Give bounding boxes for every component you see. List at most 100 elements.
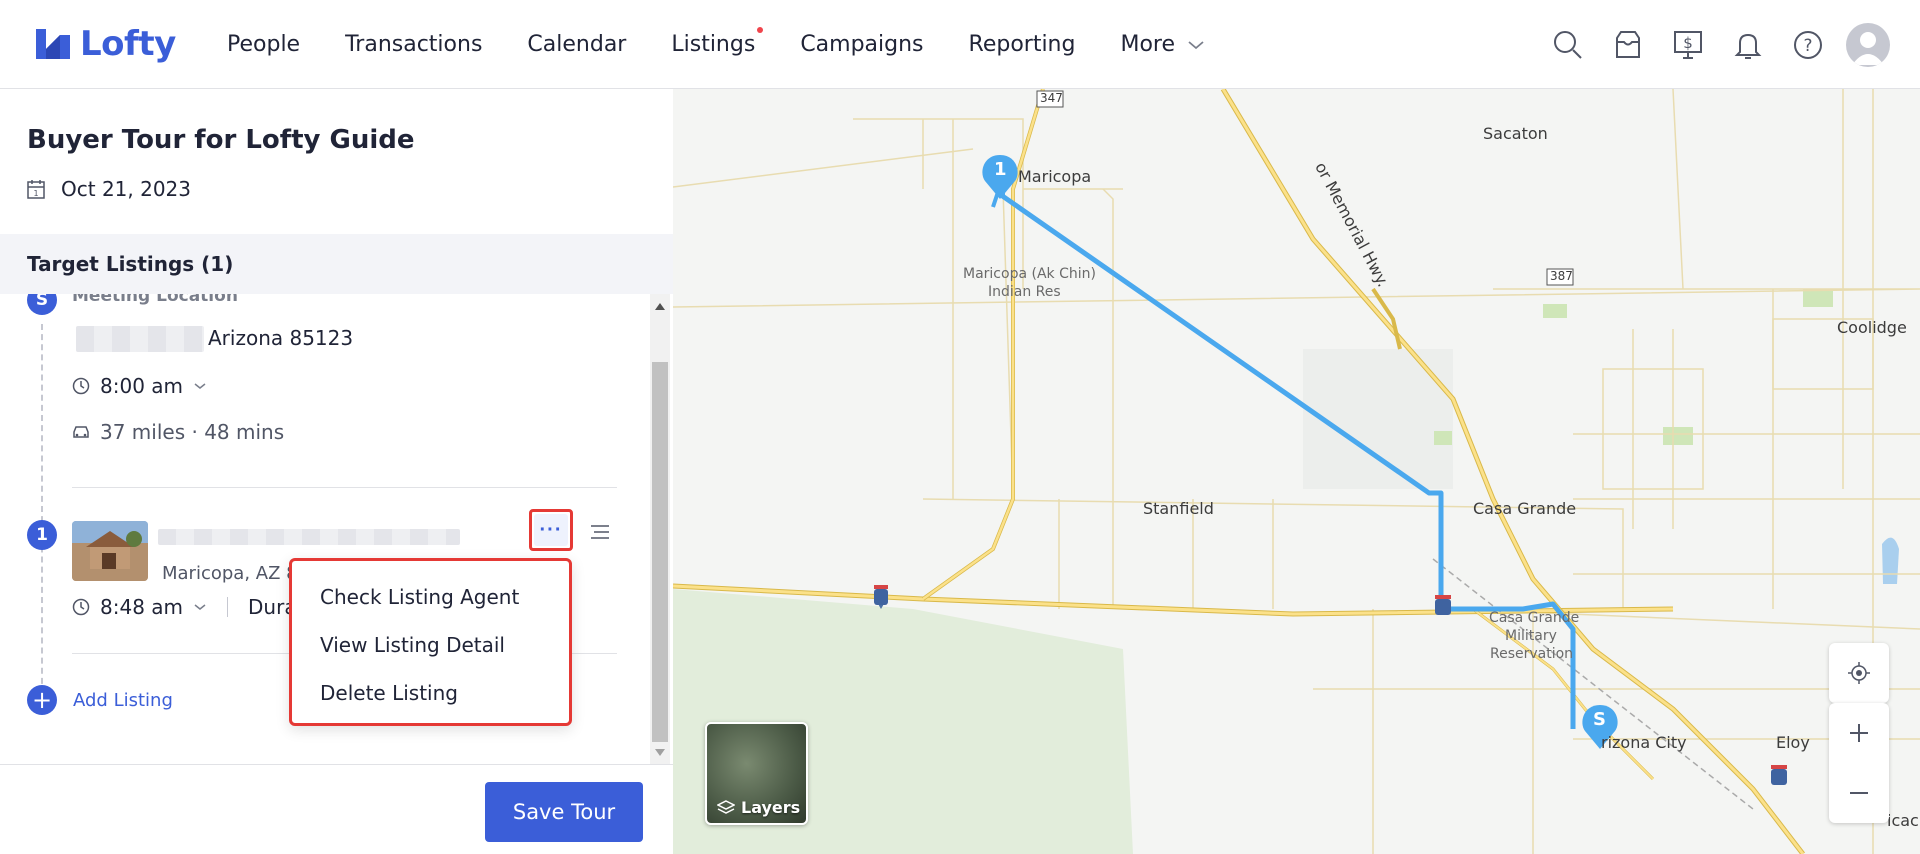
divider — [72, 487, 617, 488]
notification-dot — [757, 27, 764, 33]
nav-more-label: More — [1120, 32, 1176, 57]
zoom-in-icon[interactable] — [1829, 703, 1889, 763]
add-listing-button[interactable]: + Add Listing — [27, 685, 173, 715]
chevron-down-icon — [194, 383, 206, 389]
listing-city: Maricopa, AZ 8 — [162, 563, 298, 584]
map-label: rizona City — [1601, 733, 1687, 752]
menu-item-delete-listing[interactable]: Delete Listing — [320, 681, 458, 705]
avatar[interactable] — [1846, 22, 1890, 67]
map-label: Casa Grande — [1489, 610, 1580, 626]
meeting-address: Arizona 85123 — [208, 326, 354, 350]
scroll-thumb[interactable] — [652, 362, 668, 742]
add-listing-label: Add Listing — [73, 689, 173, 711]
page-title: Buyer Tour for Lofty Guide — [27, 125, 415, 155]
meeting-time-select[interactable]: 8:00 am — [72, 374, 207, 398]
svg-text:$: $ — [1683, 34, 1693, 52]
inbox-icon[interactable] — [1598, 15, 1658, 75]
separator — [227, 597, 229, 617]
highway-shield: 347 — [1040, 91, 1063, 105]
highway-shield: 387 — [1550, 269, 1573, 283]
clock-icon — [72, 598, 90, 616]
layers-icon — [717, 799, 735, 814]
chevron-down-icon — [1188, 40, 1204, 49]
nav-listings[interactable]: Listings — [671, 27, 764, 57]
plus-icon: + — [27, 685, 57, 715]
chevron-down-icon — [194, 604, 206, 610]
nav-transactions[interactable]: Transactions — [345, 32, 482, 57]
meeting-location-label: Meeting Location — [72, 294, 238, 306]
timeline-line — [41, 324, 43, 694]
logo-text: Lofty — [80, 24, 176, 64]
zoom-out-icon[interactable] — [1829, 763, 1889, 823]
scrollbar[interactable] — [650, 294, 670, 764]
map-label: Maricopa (Ak Chin) — [963, 266, 1096, 282]
tour-date-text: Oct 21, 2023 — [61, 177, 191, 201]
listing-time: 8:48 am — [100, 595, 184, 619]
map-pin-start[interactable]: S — [1593, 709, 1606, 730]
car-icon — [73, 426, 89, 438]
top-nav: Lofty People Transactions Calendar Listi… — [0, 0, 1920, 89]
billing-icon[interactable]: $ — [1658, 15, 1718, 75]
map-canvas — [673, 89, 1920, 854]
panel-footer: Save Tour — [0, 764, 673, 854]
map-label: Eloy — [1776, 733, 1810, 752]
help-icon[interactable]: ? — [1778, 15, 1838, 75]
zoom-control — [1829, 703, 1889, 823]
redacted-address — [76, 326, 204, 352]
search-icon[interactable] — [1538, 15, 1598, 75]
tour-panel: Buyer Tour for Lofty Guide 1 Oct 21, 202… — [0, 89, 673, 854]
menu-item-view-listing-detail[interactable]: View Listing Detail — [320, 633, 505, 657]
start-badge: S — [27, 294, 57, 315]
nav-icons: $ ? — [1538, 0, 1920, 89]
nav-reporting[interactable]: Reporting — [969, 32, 1076, 57]
house-photo — [72, 521, 148, 581]
map-label: icach — [1887, 811, 1920, 830]
scroll-up-arrow[interactable] — [655, 303, 665, 310]
svg-text:1: 1 — [33, 189, 38, 198]
listing-thumbnail[interactable] — [72, 521, 148, 581]
listing-time-select[interactable]: 8:48 am Durat — [72, 595, 304, 619]
scroll-down-arrow[interactable] — [655, 749, 665, 756]
travel-text: 37 miles · 48 mins — [100, 420, 285, 444]
svg-text:?: ? — [1803, 36, 1812, 56]
map-label: Maricopa — [1018, 167, 1092, 186]
stop-badge-1: 1 — [27, 520, 57, 550]
layers-button[interactable]: Layers — [705, 722, 808, 825]
drag-handle-icon[interactable] — [590, 524, 610, 540]
map-pin-1[interactable]: 1 — [994, 159, 1007, 180]
map-label: Military — [1505, 628, 1557, 644]
map-label: Sacaton — [1483, 124, 1548, 143]
clock-icon — [72, 377, 90, 395]
route-map[interactable]: Maricopa Maricopa (Ak Chin) Indian Res S… — [673, 89, 1920, 854]
nav-more[interactable]: More — [1120, 32, 1205, 57]
map-label: Reservation — [1490, 646, 1574, 662]
map-label: Casa Grande — [1473, 499, 1577, 518]
travel-info: 37 miles · 48 mins — [72, 420, 284, 444]
more-horizontal-icon: ··· — [534, 514, 568, 546]
lofty-logo[interactable]: Lofty — [34, 24, 176, 64]
redacted-listing-address — [158, 529, 460, 545]
main-nav: People Transactions Calendar Listings Ca… — [227, 0, 1250, 89]
map-label: Indian Res — [988, 284, 1061, 300]
target-listings-header: Target Listings (1) — [0, 234, 673, 294]
user-icon — [1852, 31, 1884, 65]
nav-listings-label: Listings — [671, 32, 756, 57]
nav-calendar[interactable]: Calendar — [527, 32, 626, 57]
layers-text: Layers — [741, 798, 801, 817]
bell-icon[interactable] — [1718, 15, 1778, 75]
nav-people[interactable]: People — [227, 32, 300, 57]
layers-label-wrap: Layers — [717, 798, 800, 817]
menu-item-check-listing-agent[interactable]: Check Listing Agent — [320, 585, 519, 609]
listing-more-button[interactable]: ··· — [529, 509, 573, 551]
calendar-icon: 1 — [27, 180, 45, 199]
save-tour-button[interactable]: Save Tour — [485, 782, 643, 842]
lofty-logo-icon — [36, 29, 70, 59]
tour-date: 1 Oct 21, 2023 — [27, 177, 191, 201]
map-label: Coolidge — [1837, 318, 1907, 337]
meeting-time: 8:00 am — [100, 374, 184, 398]
locate-icon[interactable] — [1829, 643, 1889, 703]
locate-control — [1829, 643, 1889, 703]
nav-campaigns[interactable]: Campaigns — [800, 32, 923, 57]
map-label: Stanfield — [1143, 499, 1214, 518]
listing-actions-menu: Check Listing Agent View Listing Detail … — [289, 558, 572, 726]
